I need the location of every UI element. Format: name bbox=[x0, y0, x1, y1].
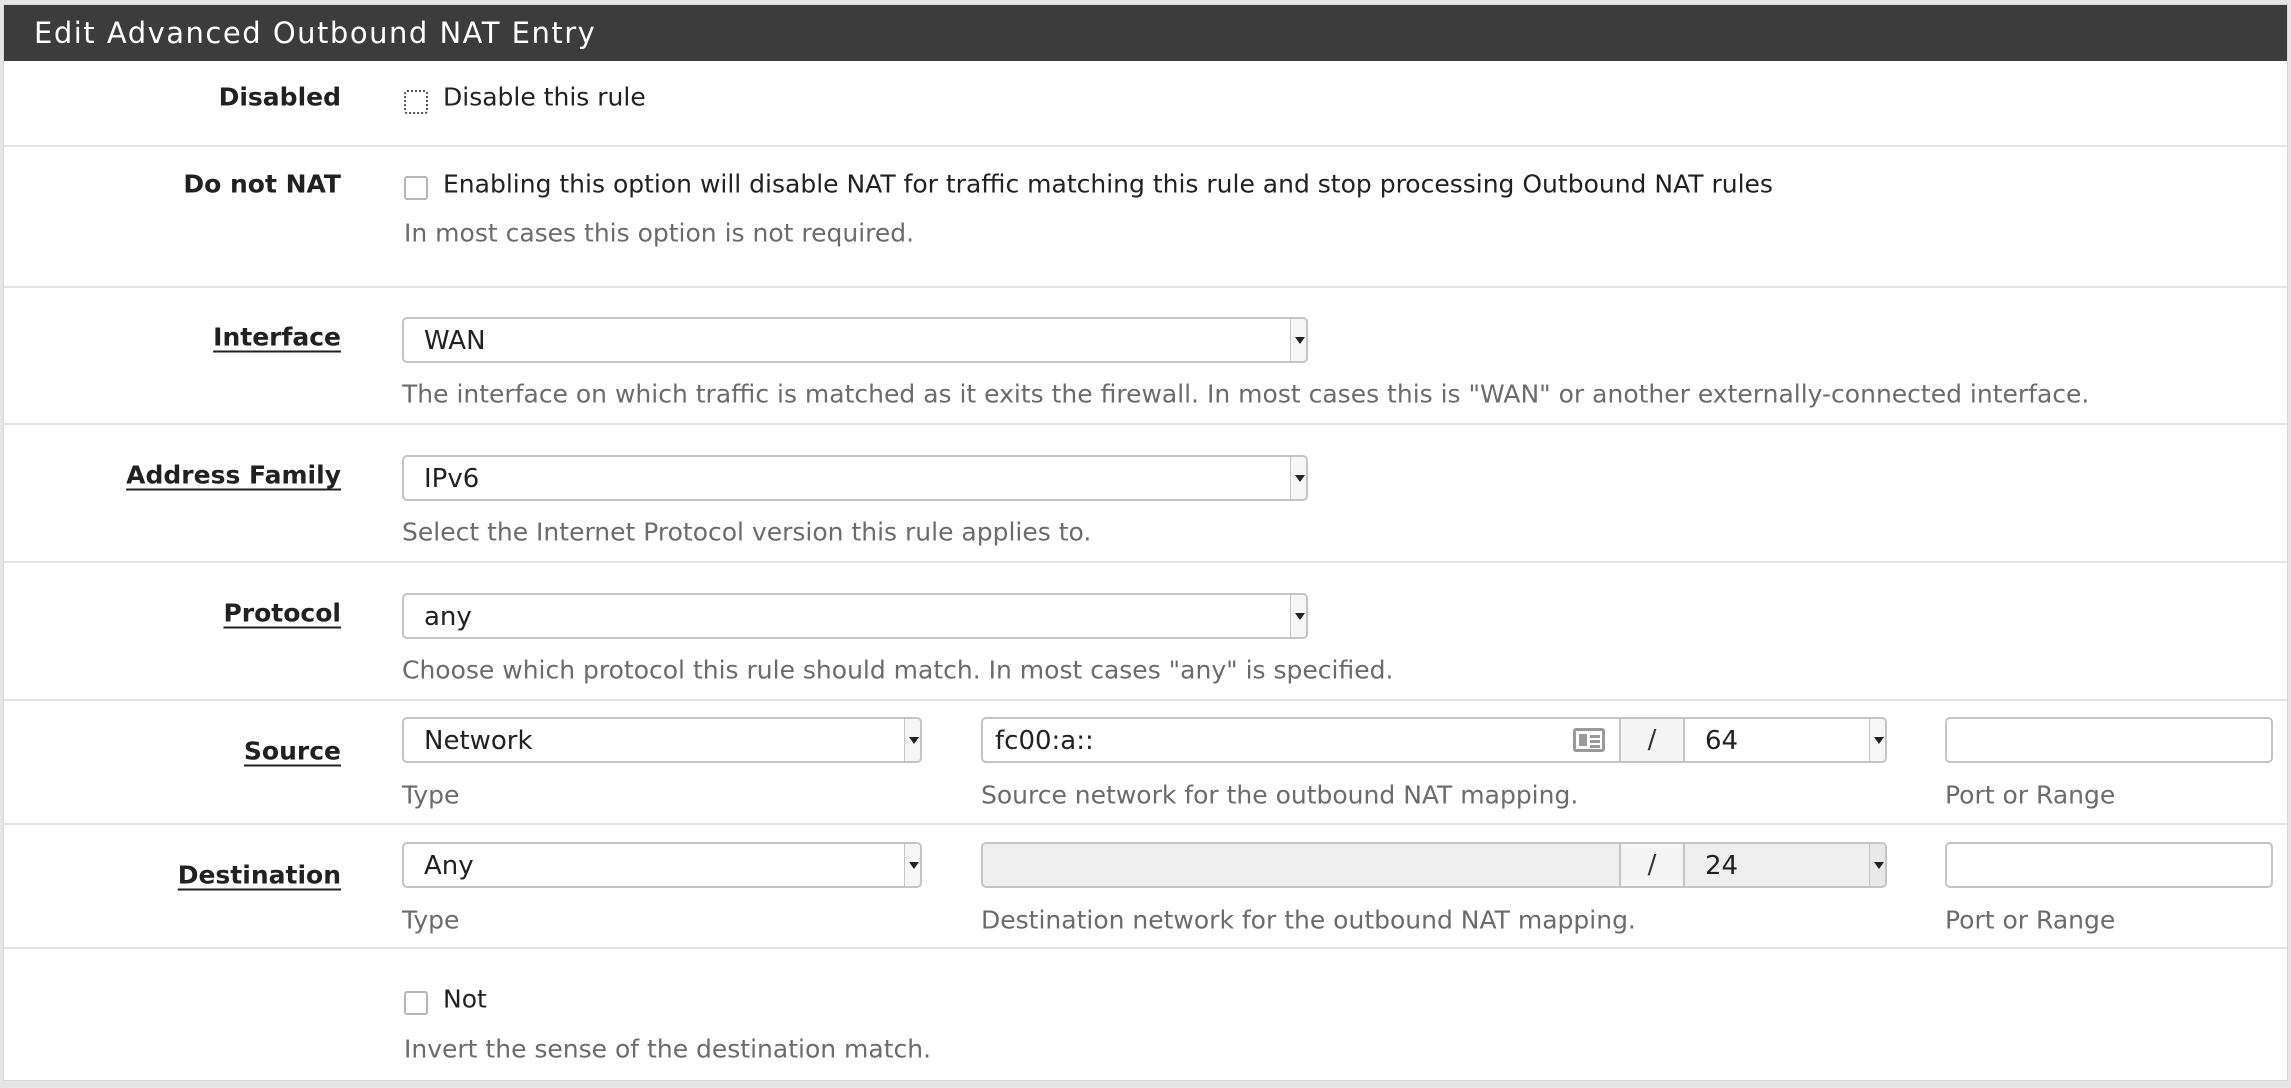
protocol-help: Choose which protocol this rule should m… bbox=[402, 655, 1394, 685]
source-type-help: Type bbox=[402, 780, 460, 810]
chevron-down-icon bbox=[904, 844, 920, 886]
address-family-help: Select the Internet Protocol version thi… bbox=[402, 517, 1092, 547]
destination-type-select[interactable]: Any bbox=[402, 842, 922, 888]
do-not-nat-text: Enabling this option will disable NAT fo… bbox=[443, 169, 1773, 199]
source-type-select[interactable]: Network bbox=[402, 717, 922, 763]
chevron-down-icon bbox=[904, 719, 920, 761]
row-disabled: Disabled Disable this rule bbox=[4, 61, 2287, 147]
source-network-value: fc00:a:: bbox=[995, 726, 1094, 756]
chevron-down-icon bbox=[1869, 719, 1885, 761]
row-source: Source Network Type fc00:a:: / 64 Source… bbox=[4, 701, 2287, 825]
row-interface: Interface WAN The interface on which tra… bbox=[4, 288, 2287, 425]
not-help: Invert the sense of the destination matc… bbox=[404, 1034, 932, 1064]
row-protocol: Protocol any Choose which protocol this … bbox=[4, 563, 2287, 701]
source-mask-separator: / bbox=[1621, 717, 1683, 763]
disable-rule-checkbox[interactable] bbox=[404, 90, 428, 114]
source-port-help: Port or Range bbox=[1945, 780, 2116, 810]
destination-mask-value: 24 bbox=[1705, 851, 1739, 881]
protocol-select[interactable]: any bbox=[402, 593, 1308, 639]
chevron-down-icon bbox=[1290, 319, 1306, 361]
destination-network-input[interactable] bbox=[981, 842, 1621, 888]
not-text: Not bbox=[443, 984, 487, 1014]
not-checkbox[interactable] bbox=[404, 991, 428, 1015]
disable-rule-text: Disable this rule bbox=[443, 82, 646, 112]
address-family-select[interactable]: IPv6 bbox=[402, 455, 1308, 501]
destination-port-input[interactable] bbox=[1945, 842, 2273, 888]
source-network-input[interactable]: fc00:a:: bbox=[981, 717, 1621, 763]
destination-mask-select[interactable]: 24 bbox=[1683, 842, 1887, 888]
row-do-not-nat: Do not NAT Enabling this option will dis… bbox=[4, 147, 2287, 288]
interface-label: Interface bbox=[213, 322, 341, 352]
chevron-down-icon bbox=[1869, 844, 1885, 886]
do-not-nat-help: In most cases this option is not require… bbox=[404, 218, 915, 248]
destination-type-help: Type bbox=[402, 905, 460, 935]
interface-help: The interface on which traffic is matche… bbox=[402, 379, 2090, 409]
address-family-label: Address Family bbox=[126, 460, 341, 490]
interface-select[interactable]: WAN bbox=[402, 317, 1308, 363]
source-port-input[interactable] bbox=[1945, 717, 2273, 763]
source-network-help: Source network for the outbound NAT mapp… bbox=[981, 780, 1579, 810]
row-not: Not Invert the sense of the destination … bbox=[4, 949, 2287, 1082]
nat-entry-panel: Edit Advanced Outbound NAT Entry Disable… bbox=[3, 4, 2288, 1081]
row-address-family: Address Family IPv6 Select the Internet … bbox=[4, 425, 2287, 563]
interface-value: WAN bbox=[424, 326, 486, 356]
row-destination: Destination Any Type / 24 Destination ne… bbox=[4, 825, 2287, 949]
panel-title: Edit Advanced Outbound NAT Entry bbox=[4, 5, 2287, 61]
source-type-value: Network bbox=[424, 726, 533, 756]
do-not-nat-label: Do not NAT bbox=[183, 169, 341, 199]
source-mask-value: 64 bbox=[1705, 726, 1739, 756]
protocol-value: any bbox=[424, 602, 472, 632]
do-not-nat-checkbox[interactable] bbox=[404, 176, 428, 200]
address-family-value: IPv6 bbox=[424, 464, 480, 494]
chevron-down-icon bbox=[1290, 595, 1306, 637]
destination-mask-separator: / bbox=[1621, 842, 1683, 888]
destination-type-value: Any bbox=[424, 851, 474, 881]
destination-label: Destination bbox=[177, 860, 341, 890]
destination-network-help: Destination network for the outbound NAT… bbox=[981, 905, 1636, 935]
source-mask-select[interactable]: 64 bbox=[1683, 717, 1887, 763]
disabled-label: Disabled bbox=[218, 82, 341, 112]
protocol-label: Protocol bbox=[223, 598, 341, 628]
address-card-icon[interactable] bbox=[1573, 728, 1605, 752]
destination-port-help: Port or Range bbox=[1945, 905, 2116, 935]
chevron-down-icon bbox=[1290, 457, 1306, 499]
source-label: Source bbox=[243, 736, 341, 766]
